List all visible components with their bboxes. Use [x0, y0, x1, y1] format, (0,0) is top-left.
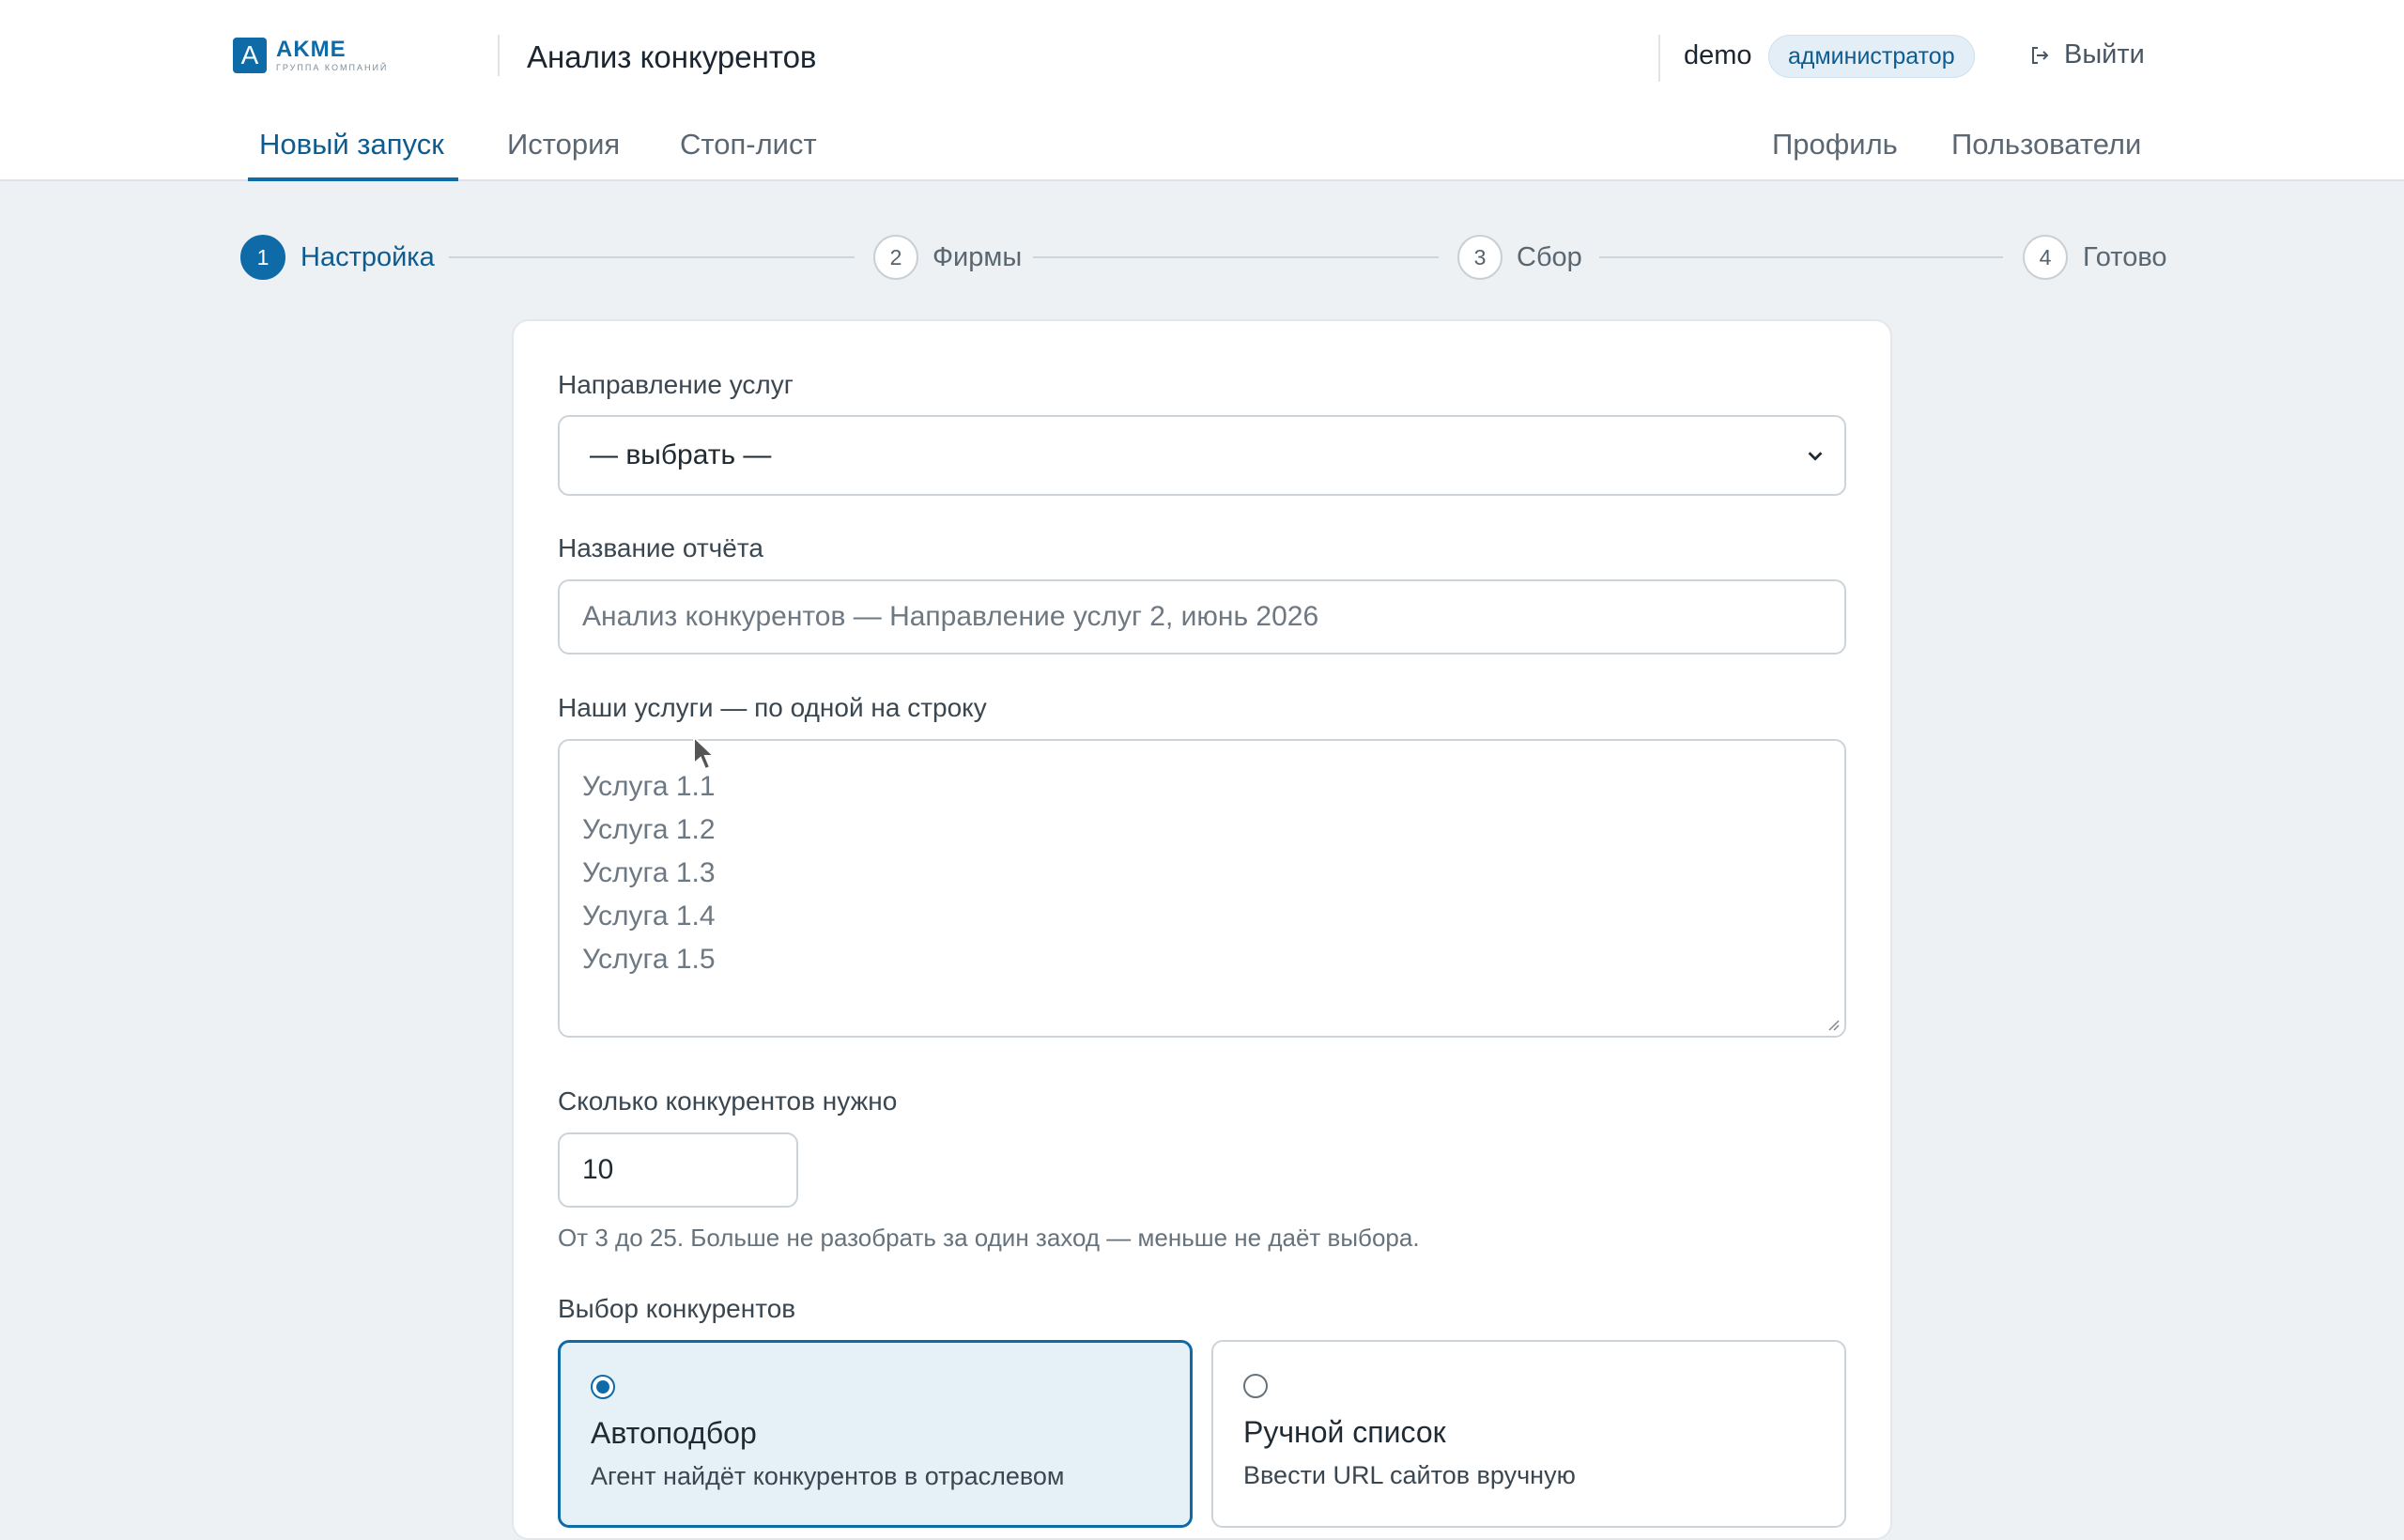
report-name-label: Название отчёта — [558, 533, 763, 562]
step-1-label: Настройка — [300, 242, 435, 272]
option-manual-list[interactable]: Ручной список Ввести URL сайтов вручную — [1211, 1340, 1846, 1528]
option-manual-title: Ручной список — [1243, 1415, 1446, 1449]
report-name-input[interactable]: Анализ конкурентов — Направление услуг 2… — [558, 579, 1846, 654]
header-divider-right — [1658, 35, 1660, 82]
option-auto-description: Агент найдёт конкурентов в отраслевом — [591, 1462, 1065, 1490]
competitor-count-label: Сколько конкурентов нужно — [558, 1086, 898, 1116]
direction-select-value: — выбрать — — [590, 439, 772, 470]
chevron-down-icon — [1808, 452, 1823, 461]
radio-auto[interactable] — [591, 1375, 615, 1399]
logout-icon — [2032, 46, 2049, 64]
option-auto-title: Автоподбор — [591, 1416, 757, 1450]
step-4-label: Готово — [2083, 242, 2167, 272]
services-label: Наши услуги — по одной на строку — [558, 693, 987, 722]
nav-link-users[interactable]: Пользователи — [1951, 128, 2141, 162]
direction-select[interactable]: — выбрать — — [558, 415, 1846, 496]
services-line: Услуга 1.2 — [582, 814, 716, 845]
step-1-circle: 1 — [240, 235, 285, 280]
services-line: Услуга 1.5 — [582, 944, 716, 975]
logo-mark-icon: A — [233, 38, 267, 73]
selection-label: Выбор конкурентов — [558, 1294, 796, 1323]
competitor-count-hint: От 3 до 25. Больше не разобрать за один … — [558, 1224, 1420, 1252]
step-connector — [1599, 256, 2003, 258]
app-title: Анализ конкурентов — [527, 39, 817, 74]
tab-stop-list[interactable]: Стоп-лист — [680, 128, 817, 162]
logo-subtitle: ГРУППА КОМПАНИЙ — [276, 63, 389, 72]
logo-name: AKME — [276, 37, 347, 62]
tab-new-run[interactable]: Новый запуск — [259, 128, 444, 162]
step-4-circle: 4 — [2023, 235, 2068, 280]
top-header: A AKME ГРУППА КОМПАНИЙ Анализ конкуренто… — [0, 0, 2404, 181]
step-connector — [449, 256, 855, 258]
competitor-count-input[interactable]: 10 — [558, 1132, 798, 1208]
services-line: Услуга 1.3 — [582, 857, 716, 888]
radio-manual[interactable] — [1243, 1374, 1268, 1398]
option-manual-description: Ввести URL сайтов вручную — [1243, 1461, 1576, 1489]
mouse-cursor-icon — [693, 735, 717, 771]
role-badge: администратор — [1768, 35, 1975, 78]
services-line: Услуга 1.4 — [582, 901, 716, 932]
step-connector — [1033, 256, 1439, 258]
active-tab-indicator — [248, 177, 458, 181]
step-2-circle: 2 — [873, 235, 918, 280]
tab-history[interactable]: История — [507, 128, 620, 162]
step-3-label: Сбор — [1517, 242, 1582, 272]
nav-link-profile[interactable]: Профиль — [1772, 128, 1898, 162]
direction-label: Направление услуг — [558, 370, 794, 399]
header-divider — [498, 35, 500, 76]
company-logo[interactable]: A AKME ГРУППА КОМПАНИЙ — [233, 37, 388, 74]
step-3-circle: 3 — [1457, 235, 1502, 280]
logout-label: Выйти — [2064, 39, 2145, 69]
user-name: demo — [1684, 40, 1752, 70]
option-auto-select[interactable]: Автоподбор Агент найдёт конкурентов в от… — [558, 1340, 1193, 1528]
resize-handle-icon[interactable] — [1826, 1017, 1841, 1032]
services-textarea[interactable]: Услуга 1.1 Услуга 1.2 Услуга 1.3 Услуга … — [558, 739, 1846, 1038]
step-2-label: Фирмы — [932, 242, 1023, 272]
services-line: Услуга 1.1 — [582, 771, 716, 802]
logout-button[interactable]: Выйти — [2028, 39, 2145, 70]
